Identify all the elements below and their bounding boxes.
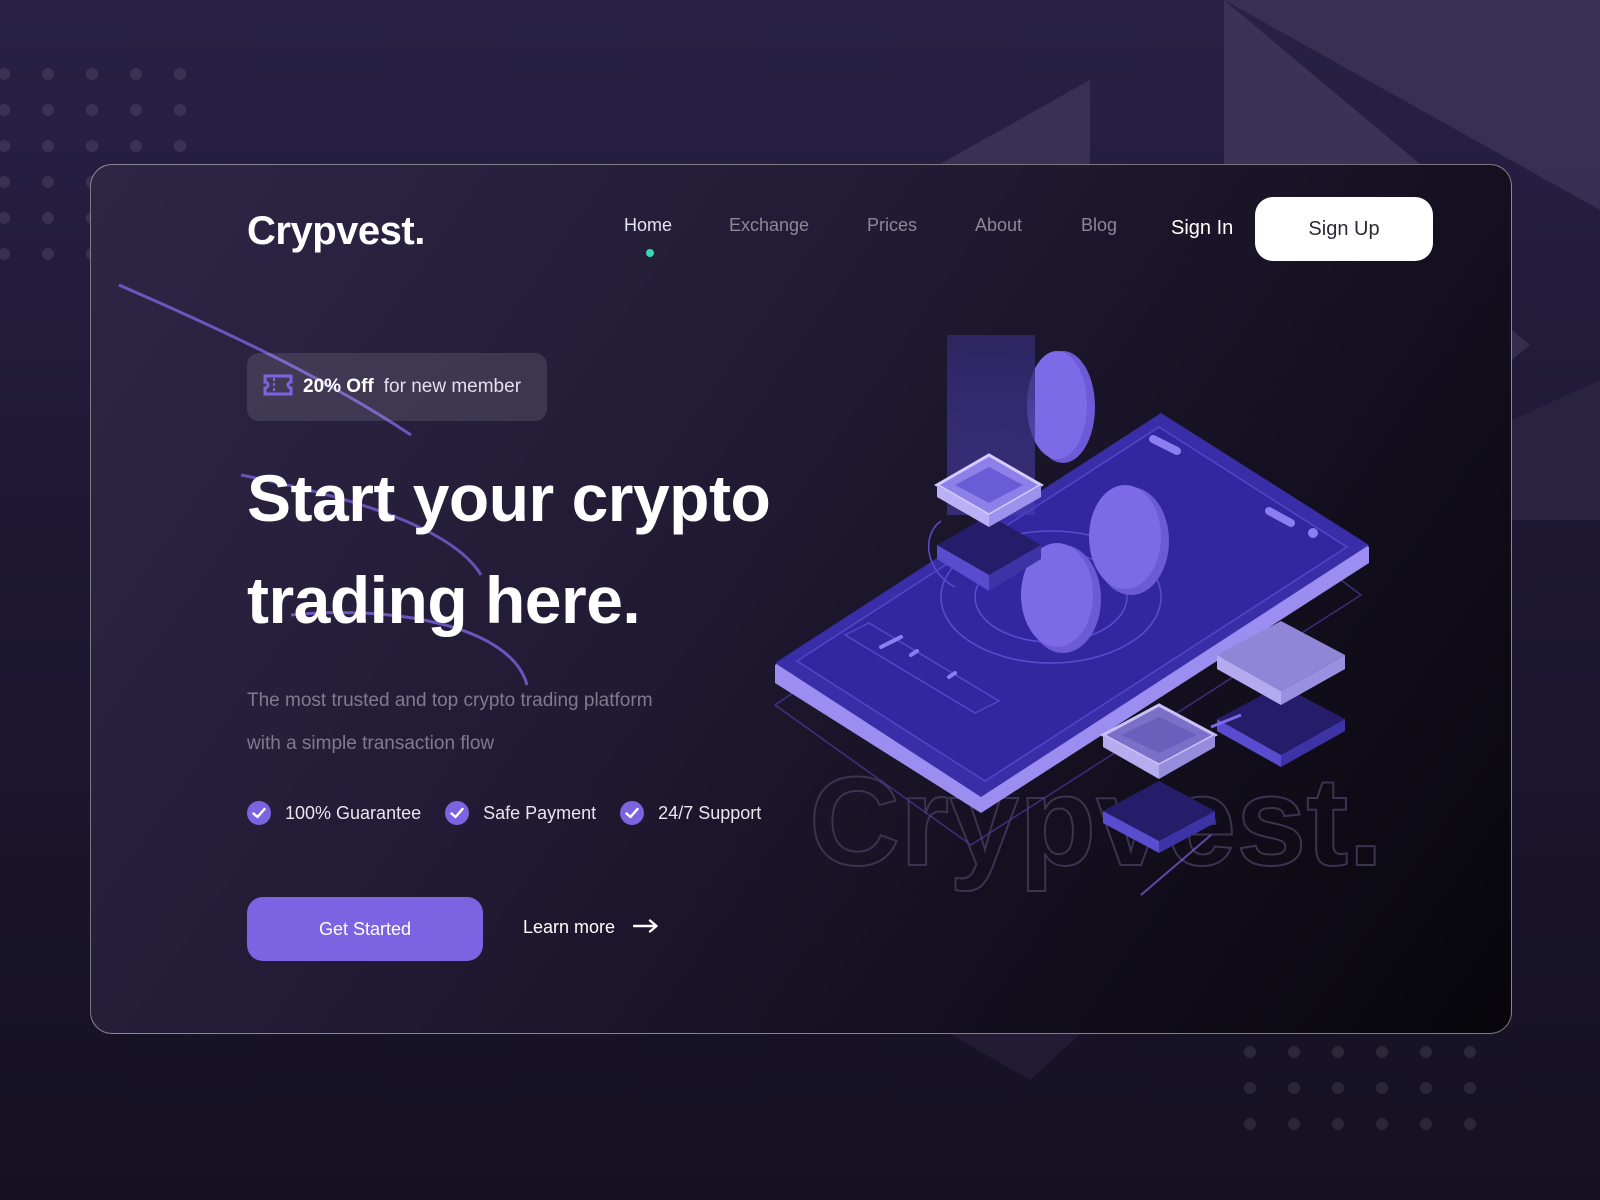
landing-card: Crypvest. Home Exchange Prices About Blo… [90,164,1512,1034]
hero-subtitle-line-2: with a simple transaction flow [247,733,495,754]
nav-blog[interactable]: Blog [1081,215,1117,236]
feature-list: 100% Guarantee Safe Payment 24/7 Support [247,801,761,825]
nav-about[interactable]: About [975,215,1022,236]
promo-badge[interactable]: 20% Off for new member [247,353,547,421]
feature-item: 100% Guarantee [247,801,421,825]
feature-label: 100% Guarantee [285,802,422,823]
sign-up-button[interactable]: Sign Up [1255,197,1433,261]
check-icon [445,801,470,825]
nav-exchange[interactable]: Exchange [729,215,809,236]
hero-subtitle: The most trusted and top crypto trading … [247,679,747,765]
promo-text: for new member [383,376,522,397]
sign-in-link[interactable]: Sign In [1171,217,1233,240]
nav-prices[interactable]: Prices [867,215,917,236]
check-icon [620,801,645,825]
check-icon [247,801,271,825]
phone-illustration: Crypvest. [773,335,1384,896]
ticket-icon [263,373,293,402]
feature-label: Safe Payment [483,802,597,823]
get-started-button[interactable]: Get Started [247,897,483,961]
feature-item: Safe Payment [445,801,596,825]
watermark-text: Crypvest. [809,751,1383,892]
logo[interactable]: Crypvest. [247,209,425,254]
hero-title-line-2: trading here. [247,563,641,637]
hero-title-line-1: Start your crypto [247,461,771,535]
hero-subtitle-line-1: The most trusted and top crypto trading … [247,690,653,711]
dot-grid-bottom-right [1244,1046,1508,1154]
learn-more-label: Learn more [523,917,616,937]
nav-active-indicator [646,249,654,257]
promo-highlight: 20% Off [303,376,374,397]
hero-title: Start your crypto trading here. [247,447,771,651]
arrow-right-icon [632,917,659,938]
learn-more-link[interactable]: Learn more [523,917,659,938]
nav-home[interactable]: Home [624,215,672,236]
